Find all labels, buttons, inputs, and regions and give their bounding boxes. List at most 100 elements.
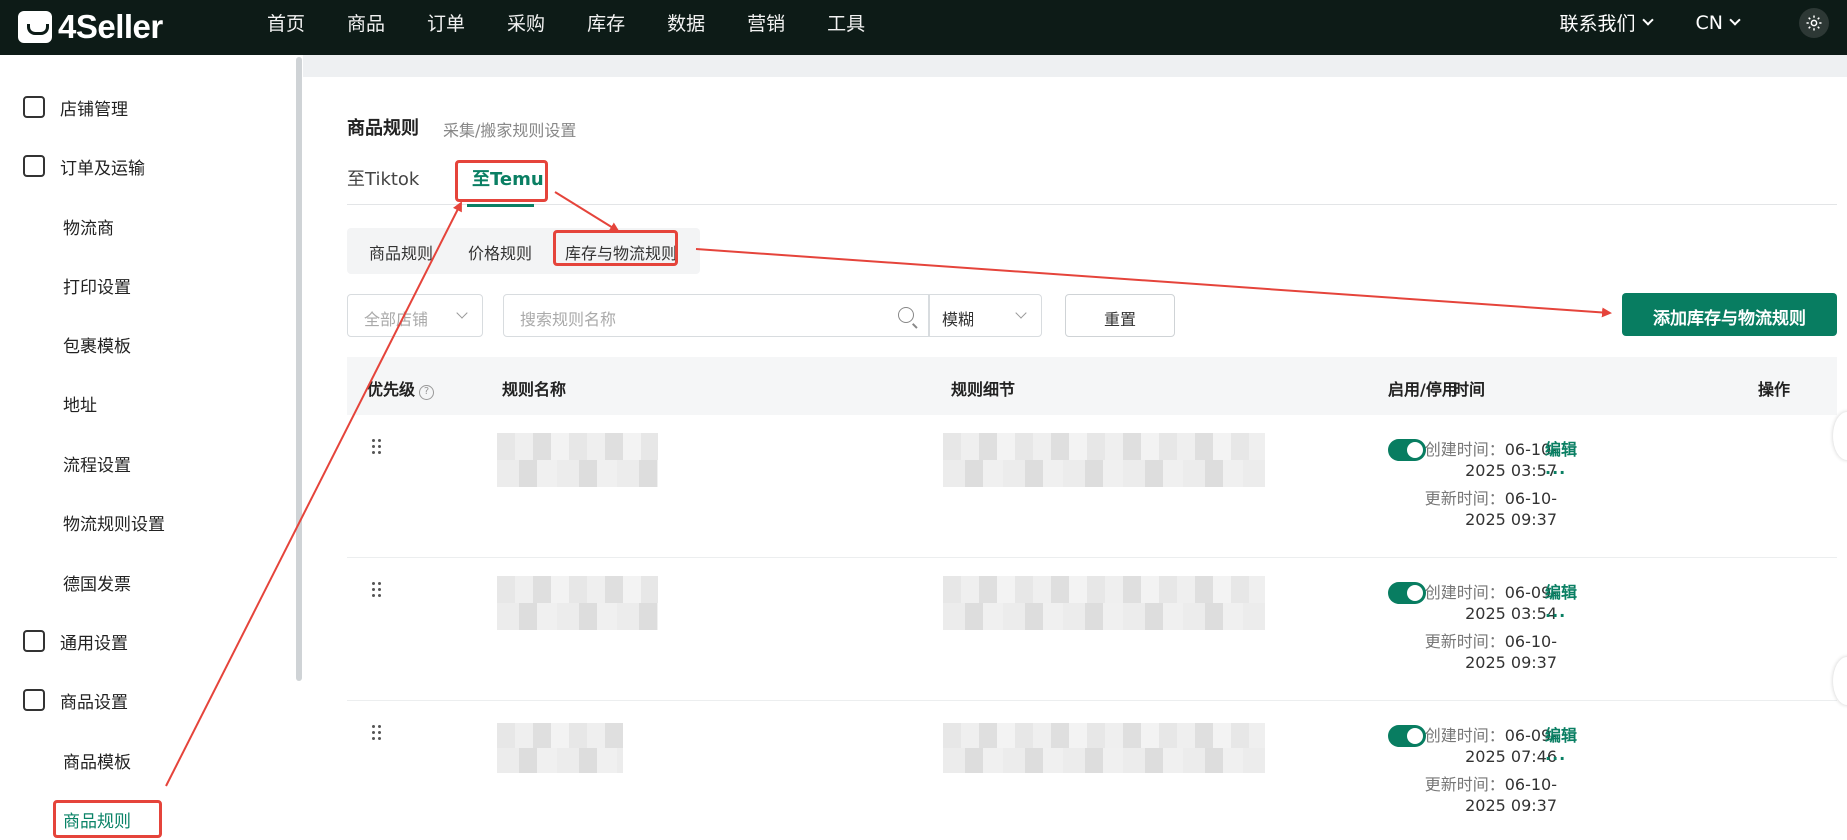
store-select[interactable]: 全部店铺 xyxy=(347,294,483,337)
sidebar-scrollbar[interactable] xyxy=(296,57,302,681)
sidebar-item-print-settings[interactable]: 打印设置 xyxy=(0,265,131,305)
nav-item-orders[interactable]: 订单 xyxy=(427,9,465,36)
sidebar-item-product-settings[interactable]: 商品设置 xyxy=(0,680,128,720)
reset-button[interactable]: 重置 xyxy=(1065,294,1175,337)
sidebar-item-logistics-rules[interactable]: 物流规则设置 xyxy=(0,502,165,542)
settings-button[interactable] xyxy=(1799,7,1829,38)
updated-date: 06-10- xyxy=(1504,632,1557,651)
nav-item-home[interactable]: 首页 xyxy=(267,9,305,36)
updated-time: 2025 09:37 xyxy=(1465,796,1557,815)
blurred-rule-name xyxy=(497,723,623,773)
updated-label: 更新时间： xyxy=(1424,489,1505,508)
drag-handle-icon[interactable] xyxy=(372,725,384,743)
upload-box-icon xyxy=(23,689,45,711)
printer-icon xyxy=(23,630,45,652)
platform-tabs: 至Tiktok 至Temu xyxy=(347,165,1837,205)
sidebar-item-label: 商品模板 xyxy=(63,752,131,773)
enable-toggle[interactable] xyxy=(1388,582,1426,604)
more-actions-button[interactable]: ... xyxy=(1545,602,1566,621)
top-right-controls: 联系我们 CN xyxy=(1560,0,1847,45)
sidebar-item-label: 打印设置 xyxy=(63,277,131,298)
column-priority-label: 优先级 xyxy=(367,380,416,399)
blurred-rule-name xyxy=(497,576,658,630)
updated-label: 更新时间： xyxy=(1424,775,1505,794)
nav-item-marketing[interactable]: 营销 xyxy=(747,9,785,36)
more-actions-button[interactable]: ... xyxy=(1545,459,1566,478)
edit-link[interactable]: 编辑 xyxy=(1545,579,1577,603)
column-rule-detail: 规则细节 xyxy=(951,380,1016,399)
rule-times: 创建时间：06-09- 2025 07:46 更新时间：06-10- 2025 … xyxy=(1425,725,1557,816)
language-dropdown[interactable]: CN xyxy=(1695,11,1741,34)
search-icon xyxy=(898,307,914,323)
chevron-down-icon xyxy=(1641,14,1654,26)
updated-time: 2025 09:37 xyxy=(1465,653,1557,672)
contact-us-dropdown[interactable]: 联系我们 xyxy=(1560,9,1654,36)
help-icon[interactable]: ? xyxy=(419,385,435,400)
sidebar-item-label: 商品设置 xyxy=(60,692,128,713)
page-title: 商品规则 xyxy=(347,118,419,139)
created-time: 2025 03:54 xyxy=(1465,604,1557,623)
nav-item-purchase[interactable]: 采购 xyxy=(507,9,545,36)
enable-toggle[interactable] xyxy=(1388,439,1426,461)
table-row: 创建时间：06-10- 2025 03:57 更新时间：06-10- 2025 … xyxy=(347,415,1837,558)
edit-link[interactable]: 编辑 xyxy=(1545,722,1577,746)
store-icon xyxy=(23,96,45,118)
table-header: 优先级? 规则名称 规则细节 时间 启用/停用 操作 xyxy=(347,357,1837,415)
search-placeholder: 搜索规则名称 xyxy=(520,310,617,329)
search-input[interactable]: 搜索规则名称 xyxy=(503,294,929,337)
gear-icon xyxy=(1806,15,1822,30)
top-navigation-bar: 4Seller 首页 商品 订单 采购 库存 数据 营销 工具 联系我们 CN xyxy=(0,0,1847,55)
updated-date: 06-10- xyxy=(1504,775,1557,794)
add-inventory-logistics-rule-button[interactable]: 添加库存与物流规则 xyxy=(1622,293,1837,336)
drag-handle-icon[interactable] xyxy=(372,582,384,600)
match-mode-select[interactable]: 模糊 xyxy=(929,294,1042,337)
created-label: 创建时间： xyxy=(1424,726,1505,745)
drag-handle-icon[interactable] xyxy=(372,439,384,457)
blurred-rule-detail xyxy=(943,723,1265,773)
sidebar-item-carriers[interactable]: 物流商 xyxy=(0,206,114,246)
match-mode-value: 模糊 xyxy=(942,310,975,329)
sidebar-item-label: 物流商 xyxy=(63,218,114,239)
updated-time: 2025 09:37 xyxy=(1465,510,1557,529)
sidebar-item-orders-shipping[interactable]: 订单及运输 xyxy=(0,146,145,186)
chevron-down-icon xyxy=(1015,307,1027,319)
sidebar-item-general-settings[interactable]: 通用设置 xyxy=(0,621,128,661)
main-nav: 首页 商品 订单 采购 库存 数据 营销 工具 xyxy=(267,0,907,45)
blurred-rule-name xyxy=(497,433,658,487)
blurred-rule-detail xyxy=(943,576,1265,630)
chevron-down-icon xyxy=(456,307,468,319)
segment-product-rules[interactable]: 商品规则 xyxy=(369,240,433,264)
store-select-placeholder: 全部店铺 xyxy=(364,310,429,329)
edit-link[interactable]: 编辑 xyxy=(1545,436,1577,460)
sidebar-item-workflow[interactable]: 流程设置 xyxy=(0,443,131,483)
annotation-box-product-rules xyxy=(53,800,162,838)
app-logo[interactable]: 4Seller xyxy=(18,8,163,46)
nav-item-tools[interactable]: 工具 xyxy=(827,9,865,36)
tab-tiktok[interactable]: 至Tiktok xyxy=(347,165,419,191)
language-label: CN xyxy=(1695,11,1723,34)
nav-item-inventory[interactable]: 库存 xyxy=(587,9,625,36)
more-actions-button[interactable]: ... xyxy=(1545,745,1566,764)
logo-text: 4Seller xyxy=(58,8,163,45)
enable-toggle[interactable] xyxy=(1388,725,1426,747)
bag-logo-icon xyxy=(18,11,52,43)
sidebar-item-label: 订单及运输 xyxy=(60,158,145,179)
nav-item-data[interactable]: 数据 xyxy=(667,9,705,36)
clipboard-icon xyxy=(23,155,45,177)
sidebar-item-address[interactable]: 地址 xyxy=(0,383,97,423)
nav-item-products[interactable]: 商品 xyxy=(347,9,385,36)
column-toggle: 启用/停用 xyxy=(1388,380,1458,399)
blurred-rule-detail xyxy=(943,433,1265,487)
sidebar-item-product-templates[interactable]: 商品模板 xyxy=(0,740,131,780)
active-tab-underline xyxy=(467,204,534,207)
sidebar-item-store-management[interactable]: 店铺管理 xyxy=(0,87,128,127)
created-time: 2025 07:46 xyxy=(1465,747,1557,766)
sidebar-item-label: 店铺管理 xyxy=(60,99,128,120)
created-label: 创建时间： xyxy=(1424,583,1505,602)
sidebar-item-package-templates[interactable]: 包裹模板 xyxy=(0,324,131,364)
created-label: 创建时间： xyxy=(1424,440,1505,459)
segment-price-rules[interactable]: 价格规则 xyxy=(468,240,532,264)
table-row: 创建时间：06-09- 2025 07:46 更新时间：06-10- 2025 … xyxy=(347,701,1837,840)
sidebar-item-label: 通用设置 xyxy=(60,633,128,654)
sidebar-item-german-invoice[interactable]: 德国发票 xyxy=(0,562,131,602)
